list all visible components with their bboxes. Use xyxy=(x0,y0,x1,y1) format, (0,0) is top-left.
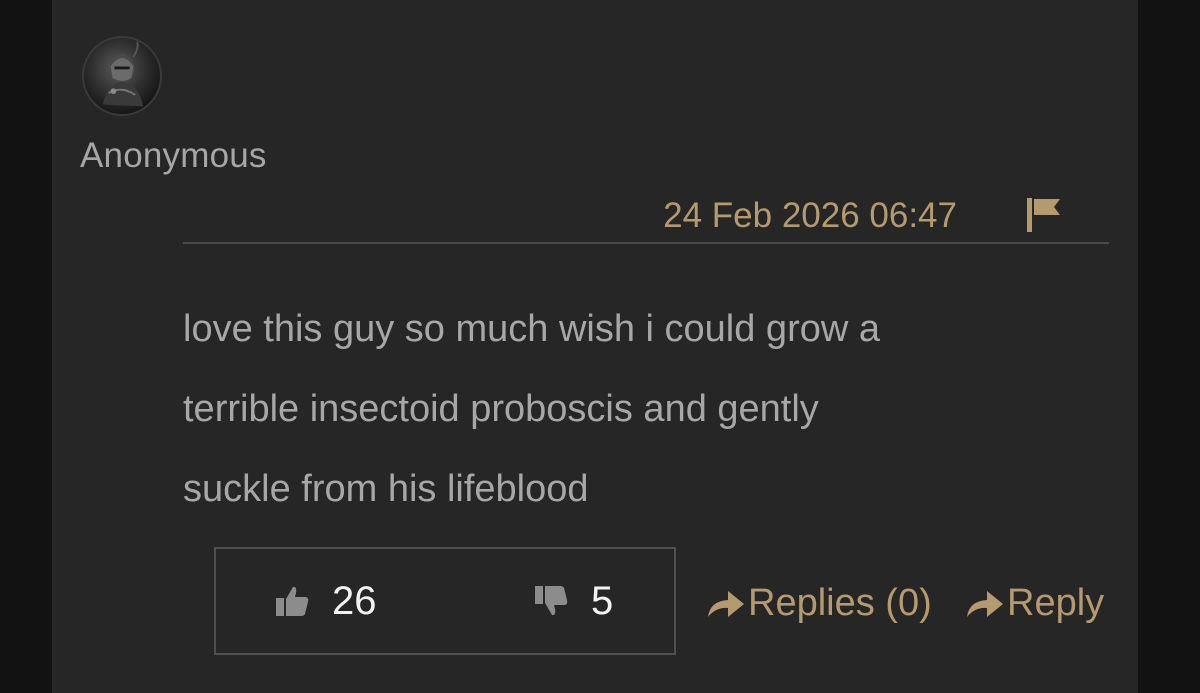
dislike-count: 5 xyxy=(591,578,614,623)
vote-box: 26 5 xyxy=(214,547,676,655)
replies-label: Replies (0) xyxy=(748,582,932,624)
thumbs-down-icon xyxy=(535,586,568,616)
replies-link[interactable]: Replies (0) xyxy=(706,582,932,625)
knight-helmet-icon xyxy=(103,41,143,107)
comment-timestamp: 24 Feb 2026 06:47 xyxy=(663,196,957,235)
comment-body-line: suckle from his lifeblood xyxy=(183,468,589,510)
report-flag-icon[interactable] xyxy=(1024,196,1064,234)
reply-label: Reply xyxy=(1007,582,1105,624)
comment-body-line: love this guy so much wish i could grow … xyxy=(183,308,880,350)
reply-arrow-icon xyxy=(967,590,1003,617)
comment-body: love this guy so much wish i could grow … xyxy=(183,289,1083,529)
reply-link[interactable]: Reply xyxy=(965,582,1104,625)
thumbs-up-icon xyxy=(276,586,309,616)
header-divider xyxy=(183,242,1109,244)
like-button[interactable]: 26 xyxy=(274,549,377,653)
page: Anonymous 24 Feb 2026 06:47 love this gu… xyxy=(0,0,1200,693)
reply-arrow-icon xyxy=(708,590,744,617)
comment-body-line: terrible insectoid proboscis and gently xyxy=(183,388,819,430)
dislike-button[interactable]: 5 xyxy=(533,549,613,653)
comment-author: Anonymous xyxy=(80,136,267,175)
avatar[interactable] xyxy=(82,36,162,116)
like-count: 26 xyxy=(332,578,377,623)
